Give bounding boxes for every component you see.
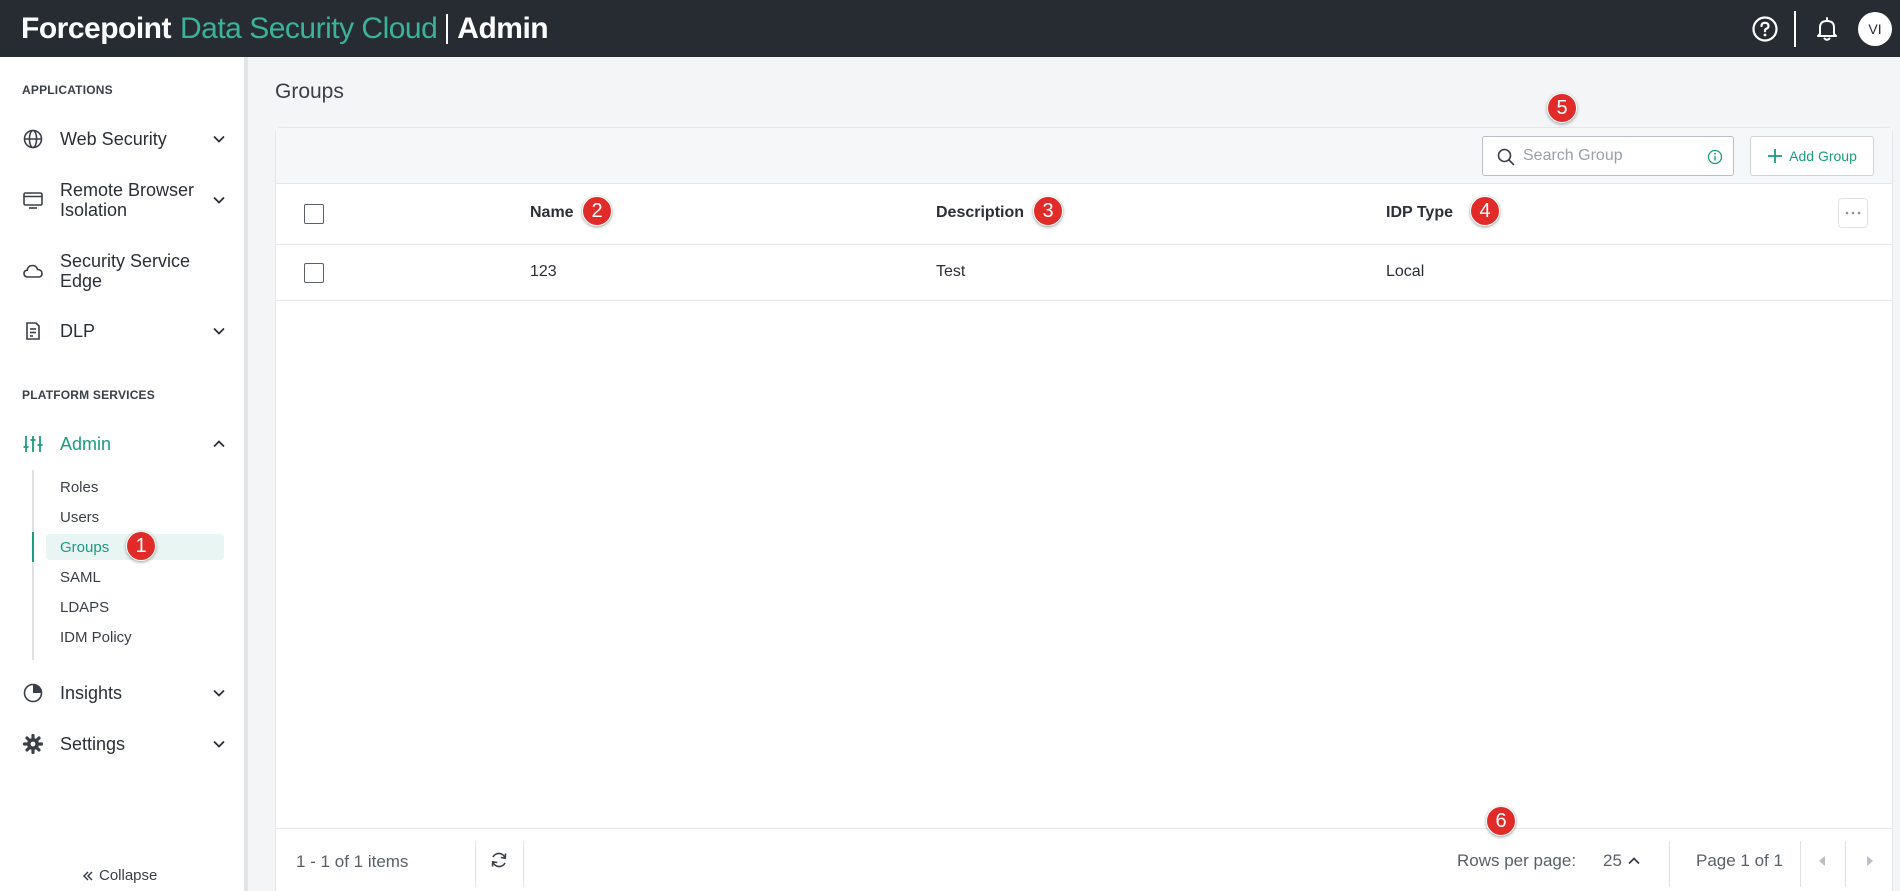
sidebar-item-label: Settings bbox=[60, 734, 126, 754]
section-applications: APPLICATIONS bbox=[22, 83, 113, 97]
sidebar-item-web-security[interactable]: Web Security bbox=[0, 124, 244, 154]
table-footer: 1 - 1 of 1 items Rows per page: 25 Page … bbox=[276, 828, 1892, 891]
brand-section: Admin bbox=[457, 11, 549, 45]
table-toolbar: Add Group bbox=[276, 128, 1892, 184]
help-icon bbox=[1752, 15, 1778, 42]
page-info: Page 1 of 1 bbox=[1696, 851, 1783, 870]
search-icon bbox=[1497, 148, 1515, 166]
footer-divider bbox=[1800, 841, 1801, 887]
plus-icon bbox=[1768, 149, 1783, 163]
rows-per-page-select[interactable]: 25 bbox=[1603, 851, 1640, 871]
sidebar-item-label: Remote Browser Isolation bbox=[60, 180, 195, 220]
collapse-label: Collapse bbox=[99, 867, 158, 884]
active-indicator bbox=[32, 532, 34, 562]
column-header-description[interactable]: Description bbox=[936, 204, 1024, 222]
sidebar-item-dlp[interactable]: DLP bbox=[0, 316, 244, 346]
header-divider bbox=[1794, 10, 1796, 47]
table-row[interactable]: 123 Test Local bbox=[276, 245, 1892, 301]
callout-badge-5: 5 bbox=[1547, 93, 1577, 123]
rows-per-page-value: 25 bbox=[1603, 851, 1622, 870]
double-chevron-left-icon bbox=[82, 870, 93, 881]
sidebar-item-label: Security Service Edge bbox=[60, 251, 191, 291]
add-group-button[interactable]: Add Group bbox=[1750, 136, 1874, 176]
document-icon bbox=[22, 320, 44, 342]
footer-divider bbox=[523, 841, 524, 887]
brand-separator bbox=[446, 13, 449, 44]
subnav-item-users[interactable]: Users bbox=[46, 504, 224, 530]
rows-per-page-label: Rows per page: bbox=[1457, 851, 1577, 870]
groups-panel: Add Group Name Description IDP Type 123 … bbox=[275, 127, 1893, 891]
table-header: Name Description IDP Type bbox=[276, 184, 1892, 245]
chevron-down-icon bbox=[212, 737, 226, 751]
refresh-button[interactable] bbox=[488, 849, 510, 871]
search-input[interactable] bbox=[1523, 143, 1693, 169]
subnav-item-roles[interactable]: Roles bbox=[46, 474, 224, 500]
browser-icon bbox=[22, 189, 44, 211]
search-box bbox=[1482, 136, 1734, 176]
column-header-idp-type[interactable]: IDP Type bbox=[1386, 204, 1453, 222]
callout-badge-3: 3 bbox=[1033, 196, 1063, 226]
select-all-checkbox[interactable] bbox=[304, 204, 324, 224]
sidebar-item-admin[interactable]: Admin bbox=[0, 429, 244, 459]
add-group-label: Add Group bbox=[1789, 148, 1857, 164]
help-button[interactable] bbox=[1750, 14, 1780, 44]
row-checkbox[interactable] bbox=[304, 263, 324, 283]
cloud-icon bbox=[22, 260, 44, 282]
callout-badge-6: 6 bbox=[1486, 806, 1516, 836]
pie-chart-icon bbox=[22, 682, 44, 704]
chevron-down-icon bbox=[212, 132, 226, 146]
brand-logo[interactable]: Forcepoint Data Security Cloud Admin bbox=[21, 11, 549, 46]
sidebar-item-label: Web Security bbox=[60, 129, 167, 149]
callout-badge-1: 1 bbox=[126, 531, 156, 561]
top-bar: Forcepoint Data Security Cloud Admin VI bbox=[0, 0, 1900, 57]
chevron-down-icon bbox=[212, 193, 226, 207]
more-horizontal-icon bbox=[1845, 211, 1861, 215]
sidebar-item-label: Insights bbox=[60, 683, 123, 703]
brand-accent: Data Security Cloud bbox=[180, 11, 438, 45]
subnav-item-idm-policy[interactable]: IDM Policy bbox=[46, 624, 224, 650]
sidebar-item-settings[interactable]: Settings bbox=[0, 729, 244, 759]
callout-badge-2: 2 bbox=[582, 196, 612, 226]
footer-divider bbox=[1669, 841, 1670, 887]
info-icon[interactable] bbox=[1707, 149, 1723, 165]
sidebar-item-label: Admin bbox=[60, 434, 112, 454]
cell-description: Test bbox=[936, 263, 966, 280]
sidebar-item-insights[interactable]: Insights bbox=[0, 678, 244, 708]
chevron-up-icon bbox=[1628, 857, 1640, 865]
cell-name: 123 bbox=[530, 263, 557, 280]
caret-right-icon bbox=[1867, 856, 1873, 866]
chevron-down-icon bbox=[212, 324, 226, 338]
column-header-name[interactable]: Name bbox=[530, 204, 574, 222]
sidebar: APPLICATIONS Web Security Remote Browser… bbox=[0, 57, 248, 891]
chevron-up-icon bbox=[212, 437, 226, 451]
brand-main: Forcepoint bbox=[21, 11, 172, 45]
cell-idp-type: Local bbox=[1386, 263, 1425, 280]
globe-icon bbox=[22, 128, 44, 150]
admin-subnav: Roles Users Groups SAML LDAPS IDM Policy bbox=[32, 470, 232, 660]
items-count: 1 - 1 of 1 items bbox=[296, 852, 409, 871]
bell-icon bbox=[1817, 16, 1837, 41]
subnav-item-ldaps[interactable]: LDAPS bbox=[46, 594, 224, 620]
chevron-down-icon bbox=[212, 686, 226, 700]
top-bar-actions: VI bbox=[1750, 0, 1900, 57]
callout-badge-4: 4 bbox=[1470, 196, 1500, 226]
gear-icon bbox=[22, 733, 44, 755]
sidebar-item-label: DLP bbox=[60, 321, 96, 341]
subnav-item-saml[interactable]: SAML bbox=[46, 564, 224, 590]
sidebar-item-remote-browser-isolation[interactable]: Remote Browser Isolation bbox=[0, 179, 244, 221]
notifications-button[interactable] bbox=[1812, 14, 1842, 44]
user-avatar[interactable]: VI bbox=[1858, 11, 1892, 46]
refresh-icon bbox=[491, 852, 507, 868]
footer-divider bbox=[1845, 841, 1846, 887]
collapse-button[interactable]: Collapse bbox=[82, 867, 157, 884]
section-platform-services: PLATFORM SERVICES bbox=[22, 388, 155, 402]
sliders-icon bbox=[22, 433, 44, 455]
prev-page-button[interactable] bbox=[1812, 851, 1832, 871]
caret-left-icon bbox=[1819, 856, 1825, 866]
sidebar-item-security-service-edge[interactable]: Security Service Edge bbox=[0, 250, 244, 292]
footer-divider bbox=[475, 841, 476, 887]
page-title: Groups bbox=[275, 80, 344, 103]
next-page-button[interactable] bbox=[1860, 851, 1880, 871]
column-options-button[interactable] bbox=[1838, 198, 1868, 228]
